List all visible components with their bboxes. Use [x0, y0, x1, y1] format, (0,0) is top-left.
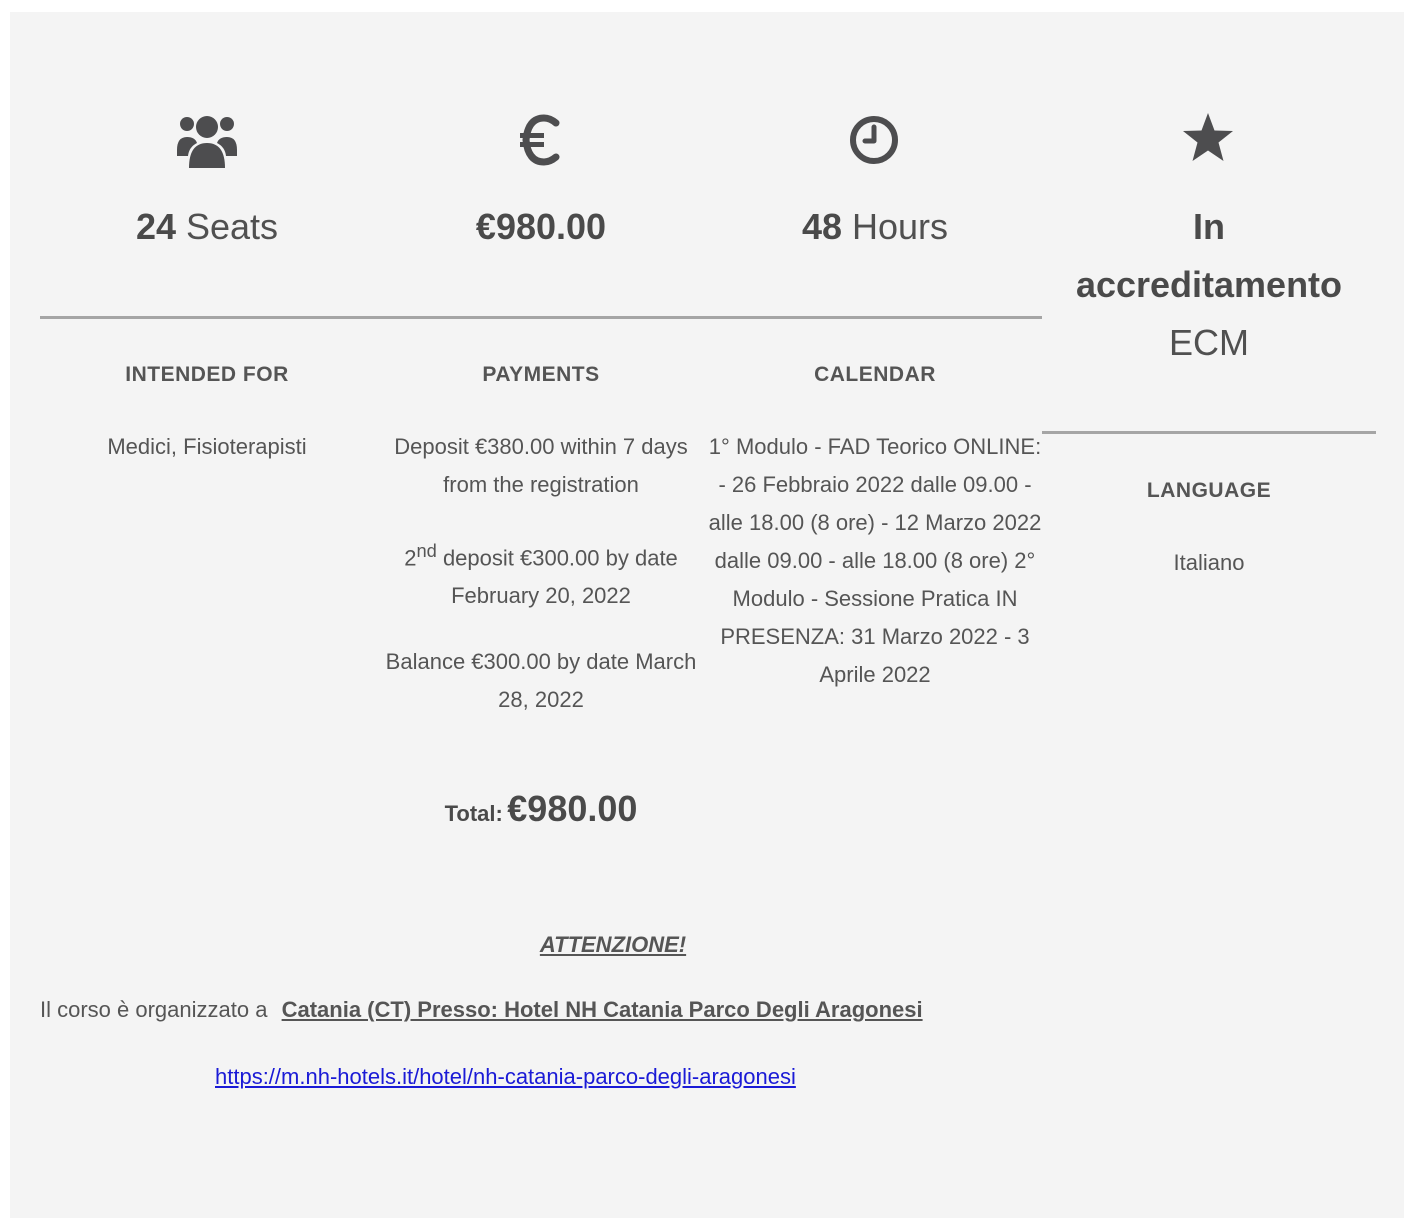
divider-main	[40, 316, 1042, 319]
hotel-url-link[interactable]: https://m.nh-hotels.it/hotel/nh-catania-…	[215, 1064, 796, 1090]
intended-for-label: INTENDED FOR	[125, 363, 289, 386]
intended-for-value: Medici, Fisioterapisti	[107, 434, 307, 459]
price-stat: €980.00	[374, 198, 708, 256]
calendar-value: 1° Modulo - FAD Teorico ONLINE: - 26 Feb…	[708, 434, 1042, 687]
second-deposit-text: 2nd deposit €300.00 by date February 20,…	[374, 532, 708, 615]
seats-count: 24	[135, 206, 176, 247]
location-link[interactable]: Catania (CT) Presso: Hotel NH Catania Pa…	[282, 997, 923, 1022]
accreditation-line1: In	[1193, 206, 1225, 247]
calendar-label: CALENDAR	[814, 363, 936, 386]
payments-total: Total: €980.00	[374, 788, 708, 830]
balance-text: Balance €300.00 by date March 28, 2022	[385, 649, 697, 713]
accreditation-stat: In accreditamento ECM	[1042, 198, 1376, 372]
language-label: LANGUAGE	[1146, 479, 1272, 502]
accreditation-line2: accreditamento	[1075, 264, 1343, 305]
hours-count: 48	[801, 206, 842, 247]
second-deposit-sup: nd	[416, 540, 437, 561]
seats-stat: 24 Seats	[40, 198, 374, 256]
price-value: €980.00	[475, 206, 607, 247]
total-value: €980.00	[507, 788, 638, 829]
total-label: Total:	[444, 801, 503, 826]
payments-details: Deposit €380.00 within 7 days from the r…	[374, 428, 708, 747]
group-icon	[172, 108, 242, 172]
euro-icon	[510, 108, 570, 172]
location-line: Il corso è organizzato a Catania (CT) Pr…	[40, 997, 923, 1023]
second-deposit-body: deposit €300.00 by date February 20, 202…	[436, 545, 678, 609]
star-icon	[1178, 108, 1238, 168]
attention-heading: ATTENZIONE!	[539, 932, 687, 957]
seats-unit: Seats	[175, 206, 279, 247]
hours-unit: Hours	[842, 206, 949, 247]
hours-stat: 48 Hours	[708, 198, 1042, 256]
second-deposit-prefix: 2	[404, 545, 417, 571]
payments-label: PAYMENTS	[482, 363, 600, 386]
clock-icon	[844, 110, 904, 170]
language-value: Italiano	[1173, 550, 1245, 575]
divider-language	[1042, 431, 1376, 434]
accreditation-type: ECM	[1169, 322, 1249, 363]
location-prefix: Il corso è organizzato a	[40, 997, 268, 1022]
deposit-text: Deposit €380.00 within 7 days from the r…	[394, 434, 688, 497]
